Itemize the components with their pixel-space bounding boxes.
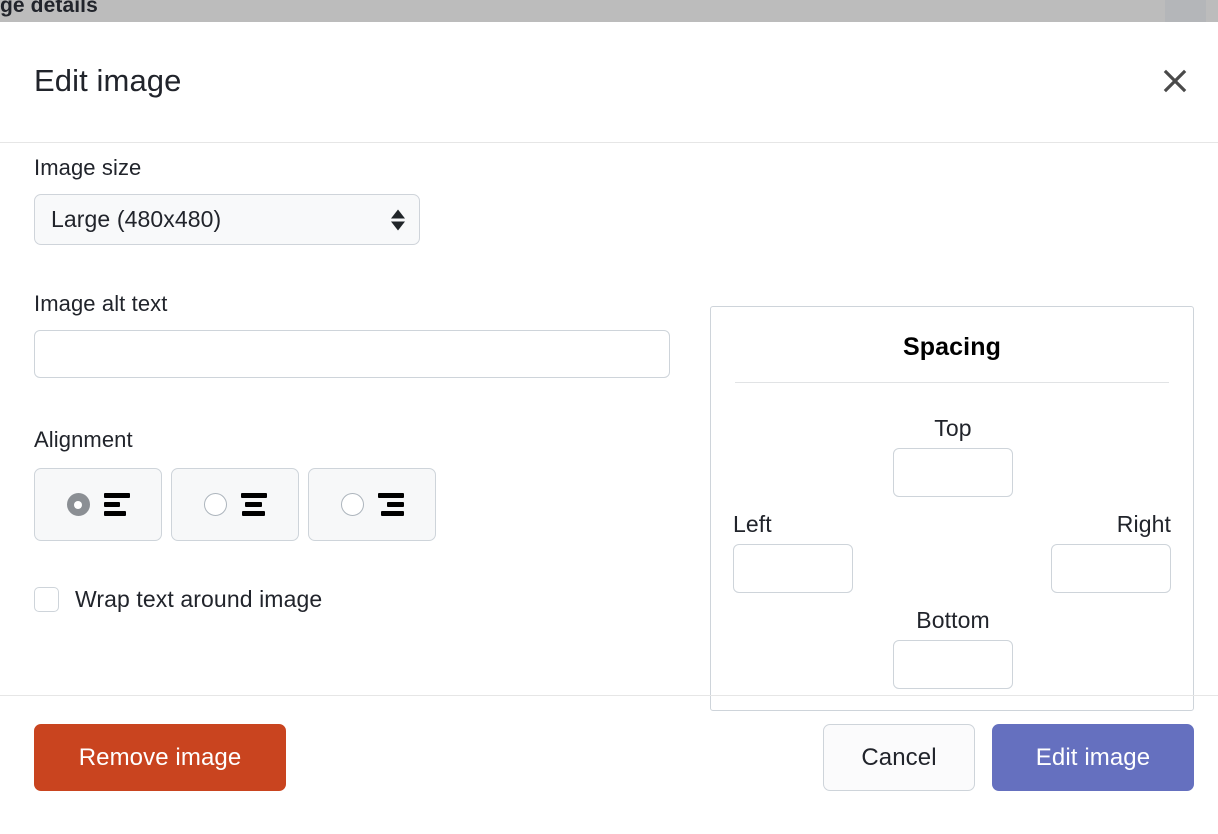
spacing-left-field: Left: [733, 511, 853, 593]
remove-image-button[interactable]: Remove image: [34, 724, 286, 791]
radio-right: [341, 493, 364, 516]
close-button[interactable]: [1154, 60, 1196, 102]
image-alt-text-label: Image alt text: [34, 291, 670, 317]
spacing-top-label: Top: [934, 415, 971, 442]
wrap-text-checkbox[interactable]: [34, 587, 59, 612]
background-page-strip: ge details: [0, 0, 1218, 22]
stepper-arrows-icon: [391, 209, 405, 230]
background-page-title: ge details: [0, 0, 98, 18]
spacing-fieldset: Spacing Top Left Right Bottom: [710, 306, 1194, 711]
image-size-label: Image size: [34, 155, 420, 181]
align-right-icon: [378, 493, 404, 516]
radio-left-selected: [67, 493, 90, 516]
spacing-left-input[interactable]: [733, 544, 853, 593]
modal-footer: Remove image Cancel Edit image: [0, 695, 1218, 834]
close-icon: [1161, 67, 1189, 95]
spacing-left-label: Left: [733, 511, 772, 538]
alignment-option-right[interactable]: [308, 468, 436, 541]
scrollbar-thumb[interactable]: [1165, 0, 1206, 22]
spacing-right-label: Right: [1117, 511, 1171, 538]
align-center-icon: [241, 493, 267, 516]
spacing-legend: Spacing: [711, 333, 1193, 362]
page-title: Edit image: [34, 64, 181, 98]
wrap-text-label: Wrap text around image: [75, 586, 322, 613]
image-alt-text-input[interactable]: [34, 330, 670, 378]
spacing-divider: [735, 382, 1169, 383]
wrap-text-field[interactable]: Wrap text around image: [34, 586, 322, 613]
image-size-field: Image size Large (480x480): [34, 155, 420, 245]
image-alt-text-field: Image alt text: [34, 291, 670, 378]
align-left-icon: [104, 493, 130, 516]
spacing-right-input[interactable]: [1051, 544, 1171, 593]
chevron-up-icon: [391, 209, 405, 218]
spacing-bottom-field: Bottom: [893, 607, 1013, 689]
spacing-right-field: Right: [1051, 511, 1171, 593]
edit-image-modal: Edit image Image size Large (480x480): [0, 22, 1218, 834]
spacing-bottom-input[interactable]: [893, 640, 1013, 689]
modal-body: Image size Large (480x480) Image alt tex…: [0, 143, 1218, 695]
alignment-option-left[interactable]: [34, 468, 162, 541]
alignment-label: Alignment: [34, 427, 436, 453]
alignment-options: [34, 468, 436, 541]
spacing-top-input[interactable]: [893, 448, 1013, 497]
alignment-field: Alignment: [34, 427, 436, 541]
chevron-down-icon: [391, 221, 405, 230]
radio-center: [204, 493, 227, 516]
modal-header: Edit image: [0, 22, 1218, 143]
image-size-select[interactable]: Large (480x480): [34, 194, 420, 245]
spacing-bottom-label: Bottom: [916, 607, 989, 634]
image-size-selected-value: Large (480x480): [35, 206, 221, 233]
cancel-button[interactable]: Cancel: [823, 724, 975, 791]
spacing-top-field: Top: [893, 415, 1013, 497]
edit-image-submit-button[interactable]: Edit image: [992, 724, 1194, 791]
alignment-option-center[interactable]: [171, 468, 299, 541]
